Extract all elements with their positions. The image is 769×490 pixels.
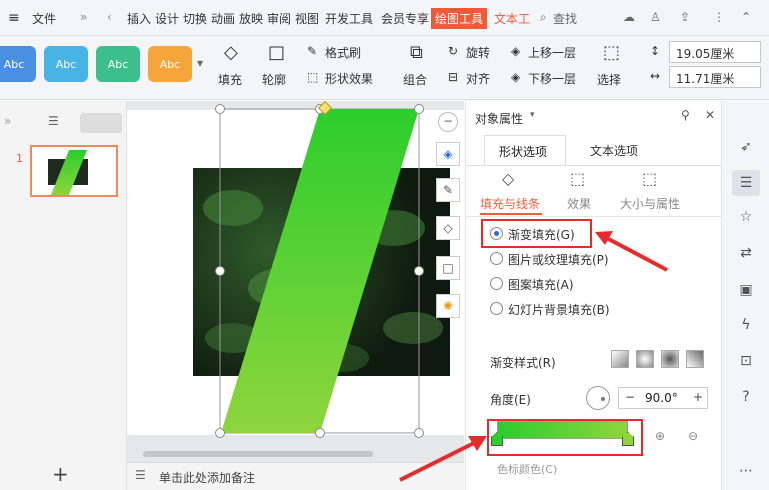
image-icon[interactable]: ▣ (737, 281, 755, 299)
tab-slideshow[interactable]: 放映 (239, 10, 263, 27)
align-icon[interactable]: ⊟ (448, 70, 458, 84)
slide-number: 1 (16, 152, 23, 165)
star-icon[interactable]: ☆ (737, 208, 755, 226)
rotate-button[interactable]: 旋转 (466, 44, 490, 61)
tab-drawing-tools[interactable]: 绘图工具 (431, 8, 488, 29)
effects-icon: ⬚ (570, 169, 586, 188)
search-label[interactable]: 查找 (553, 10, 577, 27)
tab-shape-label: 形状选项 (499, 145, 548, 159)
align-button[interactable]: 对齐 (466, 70, 490, 87)
subtab-underline (480, 213, 542, 215)
resize-handle-ml[interactable] (215, 266, 225, 276)
annotation-arrows (399, 231, 668, 482)
cloud-icon[interactable]: ☁ (623, 10, 635, 24)
outline-view-icon[interactable]: ☰ (48, 114, 59, 128)
shape-effects-icon[interactable]: ⬚ (307, 70, 318, 84)
select-button[interactable]: 选择 (597, 71, 621, 88)
format-painter-icon[interactable]: ✎ (307, 44, 317, 58)
style-swatch-4[interactable]: Abc (148, 46, 192, 82)
shape-effects-button[interactable]: 形状效果 (325, 70, 373, 87)
share-icon[interactable]: ⇪ (680, 10, 690, 24)
tab-insert[interactable]: 插入 (127, 10, 151, 27)
more-options-icon[interactable]: ⋯ (737, 462, 755, 480)
pin-icon[interactable]: ⚲ (681, 108, 690, 122)
send-backward-button[interactable]: 下移一层 (528, 70, 576, 87)
format-painter-button[interactable]: 格式刷 (325, 44, 361, 61)
tab-shape-options[interactable]: 形状选项 (484, 135, 566, 165)
resize-handle-bc[interactable] (315, 428, 325, 438)
layers-icon[interactable]: ◈ (436, 142, 460, 166)
panel-title: 对象属性 (475, 112, 524, 126)
hamburger-icon[interactable]: ≡ (8, 10, 20, 26)
height-input[interactable]: 11.71厘米 (669, 66, 761, 88)
help-icon[interactable]: ? (737, 388, 755, 406)
fill-bucket-icon[interactable]: ◇ (224, 42, 238, 63)
file-menu[interactable]: 文件 (32, 10, 56, 27)
bring-forward-icon[interactable]: ◈ (511, 44, 520, 58)
minus-icon[interactable]: − (438, 112, 458, 132)
green-parallelogram[interactable] (221, 109, 419, 433)
tab-design[interactable]: 设计 (155, 10, 179, 27)
subtab-divider (466, 216, 722, 217)
width-input[interactable]: 19.05厘米 (669, 41, 761, 63)
arrow-to-gradient-bar (399, 438, 481, 482)
resize-handle-tr[interactable] (414, 104, 424, 114)
notes-placeholder[interactable]: 单击此处添加备注 (159, 469, 255, 486)
style-swatch-3[interactable]: Abc (96, 46, 140, 82)
resize-handle-tl[interactable] (215, 104, 225, 114)
slide-view-tab[interactable] (80, 113, 122, 133)
send-backward-icon[interactable]: ◈ (511, 70, 520, 84)
collapse-icon[interactable]: ⌃ (741, 10, 751, 24)
group-button[interactable]: 组合 (403, 71, 427, 88)
tab-developer[interactable]: 开发工具 (325, 10, 373, 27)
width-icon: ↔ (650, 69, 661, 83)
add-slide-icon[interactable]: + (52, 462, 69, 486)
tab-text-options[interactable]: 文本选项 (590, 142, 638, 159)
outline-icon[interactable]: □ (268, 42, 285, 63)
bring-forward-button[interactable]: 上移一层 (528, 44, 576, 61)
chevrons-icon[interactable]: » (80, 10, 87, 24)
close-icon[interactable]: ✕ (705, 108, 715, 122)
fill-button[interactable]: 填充 (218, 71, 242, 88)
sliders-icon[interactable]: ☰ (737, 174, 755, 192)
outline-button[interactable]: 轮廓 (262, 71, 286, 88)
tab-text-tools[interactable]: 文本工 (494, 10, 530, 27)
notes-icon: ☰ (135, 468, 146, 482)
tab-member[interactable]: 会员专享 (381, 10, 429, 27)
gallery-more-icon[interactable]: ▾ (197, 56, 203, 70)
lightning-icon[interactable]: ϟ (737, 316, 755, 334)
tab-review[interactable]: 审阅 (267, 10, 291, 27)
more-icon[interactable]: ⋮ (713, 10, 725, 24)
scroll-thumb[interactable] (143, 451, 373, 457)
title-bar: ≡ 文件 » ‹ 插入 设计 切换 动画 放映 审阅 视图 开发工具 会员专享 … (0, 0, 769, 36)
expand-panel-icon[interactable]: » (4, 114, 11, 128)
rocket-icon[interactable]: ➶ (737, 138, 755, 156)
subtab-fill-line[interactable]: 填充与线条 (480, 195, 540, 212)
tab-transition[interactable]: 切换 (183, 10, 207, 27)
tab-view[interactable]: 视图 (295, 10, 319, 27)
resize-handle-bl[interactable] (215, 428, 225, 438)
style-swatch-1[interactable]: Abc (0, 46, 36, 82)
tab-animation[interactable]: 动画 (211, 10, 235, 27)
size-icon: ⬚ (642, 169, 658, 188)
slide-thumbnail[interactable] (30, 145, 118, 197)
height-icon: ↕ (650, 44, 661, 58)
fill-line-icon: ◇ (502, 169, 515, 188)
title-dropdown-icon[interactable]: ▾ (530, 110, 535, 120)
select-icon[interactable]: ⬚ (603, 42, 620, 63)
transition-icon[interactable]: ⇄ (737, 244, 755, 262)
search-icon[interactable]: ⌕ (540, 10, 547, 25)
book-icon[interactable]: ⊡ (737, 352, 755, 370)
subtab-effects[interactable]: 效果 (567, 195, 591, 212)
chevron-left-icon[interactable]: ‹ (107, 10, 112, 24)
brush-icon[interactable]: ✎ (436, 178, 460, 202)
group-icon[interactable]: ⧉ (410, 42, 423, 63)
user-icon[interactable]: ♙ (650, 10, 661, 24)
rotate-icon[interactable]: ↻ (448, 44, 458, 58)
style-swatch-2[interactable]: Abc (44, 46, 88, 82)
tab-divider (466, 165, 722, 166)
arrow-to-gradient-fill (600, 233, 668, 272)
ribbon: ‹ Abc Abc Abc Abc ▾ ◇ 填充 □ 轮廓 ✎ 格式刷 ⬚ 形状… (0, 36, 769, 100)
subtab-size[interactable]: 大小与属性 (620, 195, 680, 212)
